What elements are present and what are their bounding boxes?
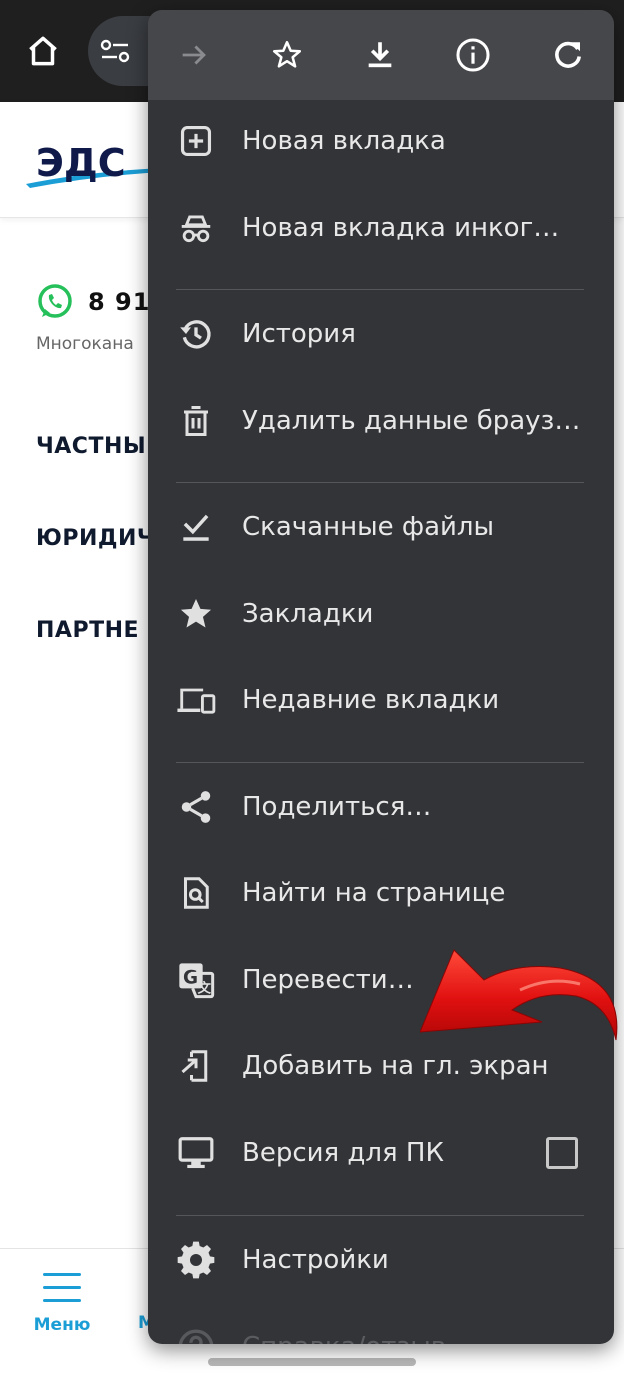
bookmark-star-icon (272, 40, 302, 68)
browser-overflow-menu: Новая вкладка Новая вкладка инког… Истор… (148, 10, 614, 1344)
menu-item-clear-browsing-data[interactable]: Удалить данные брауз… (148, 378, 614, 464)
menu-item-bookmarks[interactable]: Закладки (148, 571, 614, 657)
incognito-icon (181, 215, 211, 243)
menu-divider (176, 482, 584, 483)
info-icon (456, 38, 490, 72)
menu-item-label: Перевести… (242, 965, 414, 995)
menu-item-new-tab[interactable]: Новая вкладка (148, 98, 614, 184)
logo-text: ЭДС (36, 141, 126, 185)
gear-icon (177, 1241, 215, 1279)
menu-item-settings[interactable]: Настройки (148, 1217, 614, 1303)
desktop-site-checkbox[interactable] (546, 1137, 578, 1169)
menu-item-label: Новая вкладка (242, 126, 446, 156)
help-icon (178, 1329, 214, 1344)
whatsapp-icon (38, 284, 72, 318)
menu-item-help[interactable]: Справка/отзыв (148, 1304, 614, 1344)
download-button[interactable] (356, 32, 404, 78)
reload-button[interactable] (544, 32, 592, 78)
svg-text:G: G (183, 967, 198, 988)
translate-icon: G 文 (179, 963, 215, 999)
menu-item-downloads[interactable]: Скачанные файлы (148, 484, 614, 570)
bookmark-button[interactable] (263, 32, 311, 78)
menu-divider (176, 1215, 584, 1216)
menu-item-label: Недавние вкладки (242, 685, 500, 715)
home-indicator[interactable] (208, 1358, 416, 1366)
forward-icon (182, 45, 206, 65)
menu-item-label: Найти на странице (242, 878, 506, 908)
home-button[interactable] (20, 28, 66, 74)
nav-link-private[interactable]: ЧАСТНЫ (36, 434, 146, 459)
menu-item-label: Справка/отзыв (242, 1304, 446, 1344)
menu-item-label: Поделиться… (242, 792, 432, 822)
red-pointer-arrow (420, 949, 618, 1041)
devices-icon (177, 688, 216, 714)
site-menu-label: Меню (33, 1315, 91, 1335)
menu-item-new-incognito-tab[interactable]: Новая вкладка инког… (148, 185, 614, 271)
site-logo[interactable]: ЭДС (24, 138, 164, 190)
svg-text:文: 文 (198, 980, 212, 997)
hamburger-icon (43, 1273, 81, 1302)
download-icon (368, 42, 392, 68)
home-icon (29, 36, 57, 66)
phone-caption: Многокана (36, 334, 134, 354)
forward-button[interactable] (170, 32, 218, 78)
desktop-icon (178, 1137, 214, 1169)
menu-divider (176, 289, 584, 290)
menu-item-find-in-page[interactable]: Найти на странице (148, 850, 614, 936)
find-icon (184, 877, 209, 909)
nav-link-partners[interactable]: ПАРТНЕ (36, 618, 139, 643)
history-icon (180, 320, 211, 349)
menu-item-desktop-site[interactable]: Версия для ПК (148, 1110, 614, 1196)
downloads-icon (183, 514, 209, 541)
menu-item-label: История (242, 319, 356, 349)
page-info-button[interactable] (449, 32, 497, 78)
star-icon (180, 598, 212, 628)
menu-item-label: Скачанные файлы (242, 512, 495, 542)
menu-item-history[interactable]: История (148, 291, 614, 377)
menu-toolbar (148, 10, 614, 100)
add-to-home-icon (181, 1050, 208, 1082)
site-settings-icon[interactable] (98, 36, 132, 66)
reload-icon (555, 41, 582, 68)
menu-item-share[interactable]: Поделиться… (148, 764, 614, 850)
menu-item-label: Новая вкладка инког… (242, 213, 560, 243)
menu-item-label: Настройки (242, 1245, 389, 1275)
menu-item-label: Удалить данные брауз… (242, 406, 581, 436)
new-tab-icon (180, 125, 212, 157)
menu-divider (176, 762, 584, 763)
trash-icon (184, 406, 208, 436)
menu-item-label: Версия для ПК (242, 1138, 444, 1168)
menu-item-recent-tabs[interactable]: Недавние вкладки (148, 657, 614, 743)
menu-item-label: Закладки (242, 599, 374, 629)
share-icon (181, 791, 211, 823)
site-menu-button[interactable]: Меню (30, 1269, 94, 1335)
nav-link-legal[interactable]: ЮРИДИЧ (36, 526, 155, 551)
